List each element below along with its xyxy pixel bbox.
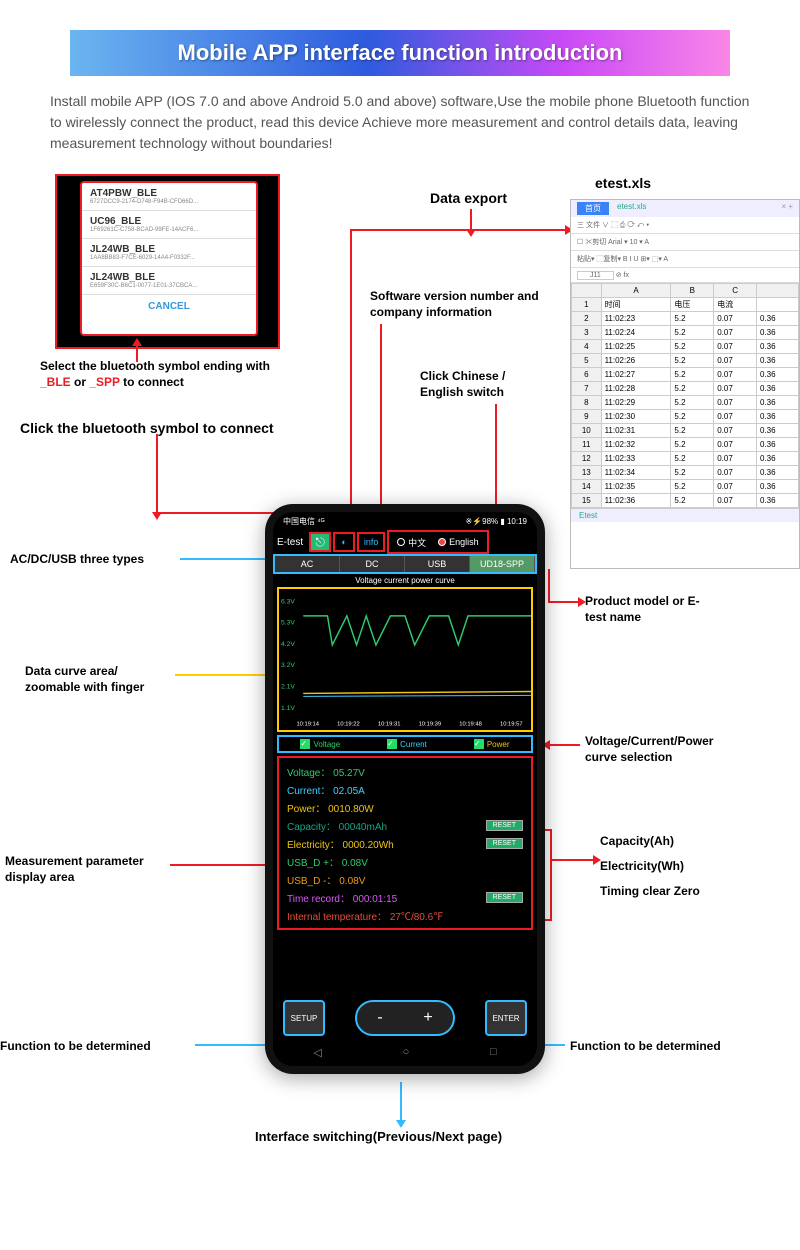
svg-text:1.1V: 1.1V	[281, 705, 295, 712]
label-timing: Timing clear Zero	[600, 884, 700, 900]
svg-text:10:19:39: 10:19:39	[419, 721, 442, 727]
reset-button[interactable]: RESET	[486, 838, 523, 849]
param-row: Power： 0010.80W	[287, 798, 523, 816]
spreadsheet: 首页etest.xls× + 三 文件 ∨ ⬚ ⎙ ⟳ ↶ ▾ ☐ ✂剪切 Ar…	[570, 199, 800, 569]
tab-dc[interactable]: DC	[340, 556, 405, 572]
xls-toolbar-2[interactable]: 粘贴▾ ⬚复制▾ B I U ⊞▾ ⬚▾ A	[571, 251, 799, 268]
parameter-panel: Voltage： 05.27VCurrent： 02.05APower： 001…	[277, 756, 533, 930]
arrow-icon	[136, 346, 138, 362]
chart-title: Voltage current power curve	[273, 574, 537, 587]
bluetooth-popup-screenshot: AT4PBW_BLE6727DCC9-2174-D748-F94B-CFD66D…	[55, 174, 280, 349]
language-switch[interactable]: 中文 English	[387, 530, 489, 554]
svg-text:3.2V: 3.2V	[281, 662, 295, 669]
bt-device[interactable]: JL24WB_BLE1AA8BB83-F7CE-6029-14A4-F0332F…	[82, 239, 256, 267]
arrow-icon	[175, 674, 270, 676]
label-lang: Click Chinese / English switch	[420, 369, 550, 400]
info-button[interactable]: info	[357, 532, 385, 552]
label-param-area: Measurement parameter display area	[5, 854, 165, 885]
label-cap: Capacity(Ah)	[600, 834, 674, 850]
arrow-icon	[470, 209, 472, 229]
cancel-button[interactable]: CANCEL	[82, 295, 256, 318]
arrow-icon	[156, 434, 158, 512]
bottom-controls: SETUP -+ ENTER	[273, 998, 537, 1038]
legend[interactable]: ✓Voltage ✓Current ✓Power	[277, 735, 533, 753]
label-three-types: AC/DC/USB three types	[10, 552, 144, 568]
tab-model[interactable]: UD18-SPP	[470, 556, 535, 572]
title-banner: Mobile APP interface function introducti…	[70, 30, 730, 76]
svg-text:4.2V: 4.2V	[281, 641, 295, 648]
param-row: Current： 02.05A	[287, 780, 523, 798]
svg-text:2.1V: 2.1V	[281, 684, 295, 691]
label-data-export: Data export	[430, 189, 507, 207]
param-row: Electricity： 0000.20WhRESET	[287, 834, 523, 852]
arrow-line	[550, 829, 552, 919]
param-row: Voltage： 05.27V	[287, 762, 523, 780]
export-icon[interactable]: ◐	[333, 532, 355, 552]
arrow-icon	[520, 229, 565, 231]
arrow-icon	[195, 1044, 265, 1046]
arrow-icon	[380, 324, 382, 514]
chart-area[interactable]: 6.3V 5.3V 4.2V 3.2V 2.1V 1.1V 10:19:14 10:19:2…	[277, 587, 533, 732]
arrow-icon	[350, 229, 352, 514]
arrow-icon	[495, 404, 497, 514]
xls-file-tab[interactable]: etest.xls	[617, 202, 646, 215]
label-curve-area: Data curve area/ zoomable with finger	[25, 664, 175, 695]
cell-ref[interactable]: J11	[577, 271, 614, 280]
arrow-icon	[180, 558, 265, 560]
bluetooth-icon[interactable]: ⎋	[309, 532, 331, 552]
title: Mobile APP interface function introducti…	[80, 40, 720, 66]
bt-device[interactable]: JL24WB_BLEE659F30C-B6C1-0077-1E01-37CBCA…	[82, 267, 256, 295]
label-model: Product model or E-test name	[585, 594, 715, 625]
param-row: Time record： 000:01:15RESET	[287, 888, 523, 906]
tab-ac[interactable]: AC	[275, 556, 340, 572]
intro-text: Install mobile APP (IOS 7.0 and above An…	[50, 91, 750, 154]
reset-button[interactable]: RESET	[486, 820, 523, 831]
svg-text:6.3V: 6.3V	[281, 598, 295, 605]
bt-device[interactable]: UC96_BLE1F69261C-C758-BCAD-99FE-14ACF6..…	[82, 211, 256, 239]
arrow-icon	[400, 1082, 402, 1120]
xls-menu[interactable]: 三 文件 ∨ ⬚ ⎙ ⟳ ↶ ▾	[571, 217, 799, 234]
type-tabs[interactable]: AC DC USB UD18-SPP	[273, 554, 537, 574]
label-curve-sel: Voltage/Current/Power curve selection	[585, 734, 745, 765]
svg-text:5.3V: 5.3V	[281, 620, 295, 627]
arrow-icon	[550, 859, 593, 861]
label-tbd1: Function to be determined	[0, 1039, 151, 1055]
label-select-bt: Select the bluetooth symbol ending with …	[40, 359, 285, 390]
label-tbd2: Function to be determined	[570, 1039, 721, 1055]
param-row: USB_D -： 0.08V	[287, 870, 523, 888]
android-nav[interactable]: ◁○□	[273, 1042, 537, 1062]
svg-text:10:19:48: 10:19:48	[459, 721, 482, 727]
svg-text:10:19:22: 10:19:22	[337, 721, 360, 727]
label-sw-version: Software version number and company info…	[370, 289, 550, 320]
xls-filename: etest.xls	[595, 174, 651, 192]
status-bar: 中国电信 ⁴ᴳ※⚡98% ▮ 10:19	[273, 512, 537, 530]
svg-text:10:19:57: 10:19:57	[500, 721, 523, 727]
bt-device[interactable]: AT4PBW_BLE6727DCC9-2174-D748-F94B-CFD66D…	[82, 183, 256, 211]
param-row: Capacity： 00040mAhRESET	[287, 816, 523, 834]
arrow-line	[548, 569, 550, 603]
phone-mockup: 中国电信 ⁴ᴳ※⚡98% ▮ 10:19 E-test ⎋ ◐ info 中文 …	[265, 504, 545, 1074]
param-row: USB_D +： 0.08V	[287, 852, 523, 870]
arrow-icon	[548, 601, 578, 603]
enter-button[interactable]: ENTER	[485, 1000, 527, 1036]
tab-usb[interactable]: USB	[405, 556, 470, 572]
page-switcher[interactable]: -+	[355, 1000, 455, 1036]
label-elec: Electricity(Wh)	[600, 859, 684, 875]
sheet-tab[interactable]: Etest	[571, 508, 799, 522]
xls-home-tab[interactable]: 首页	[577, 202, 609, 215]
label-click-bt: Click the bluetooth symbol to connect	[20, 419, 274, 437]
label-switching: Interface switching(Previous/Next page)	[255, 1129, 502, 1146]
setup-button[interactable]: SETUP	[283, 1000, 325, 1036]
app-toolbar: E-test ⎋ ◐ info 中文 English	[273, 530, 537, 554]
svg-text:10:19:31: 10:19:31	[378, 721, 401, 727]
svg-text:10:19:14: 10:19:14	[296, 721, 319, 727]
arrow-icon	[170, 864, 270, 866]
arrow-icon	[550, 744, 580, 746]
arrow-line	[350, 229, 405, 231]
app-name: E-test	[277, 537, 303, 548]
param-row: Internal temperature： 27℃/80.6℉	[287, 906, 523, 924]
reset-button[interactable]: RESET	[486, 892, 523, 903]
xls-toolbar-1[interactable]: ☐ ✂剪切 Arial ▾ 10 ▾ A	[571, 234, 799, 251]
